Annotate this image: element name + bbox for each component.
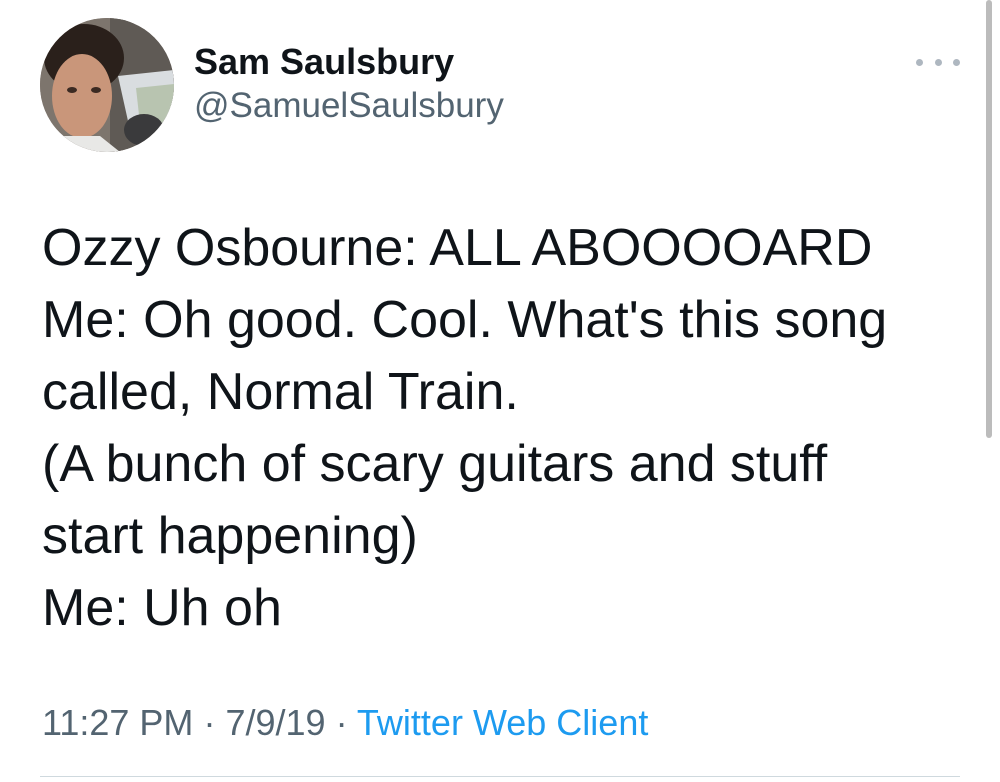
tweet-text-line: Me: Oh good. Cool. What's this song <box>42 291 888 349</box>
divider <box>40 776 960 777</box>
tweet-text-line: start happening) <box>42 507 418 565</box>
avatar[interactable] <box>40 18 174 152</box>
display-name[interactable]: Sam Saulsbury <box>194 40 504 84</box>
scrollbar[interactable] <box>986 0 992 438</box>
tweet-text: Ozzy Osbourne: ALL ABOOOOARD Me: Oh good… <box>42 212 962 644</box>
more-horizontal-icon <box>953 58 960 66</box>
tweet-text-line: Ozzy Osbourne: ALL ABOOOOARD <box>42 219 873 277</box>
tweet-date[interactable]: 7/9/19 <box>225 702 325 743</box>
tweet-text-line: called, Normal Train. <box>42 363 519 421</box>
meta-separator: · <box>335 702 348 743</box>
tweet: Sam Saulsbury @SamuelSaulsbury Ozzy Osbo… <box>0 0 1000 782</box>
profile-photo-icon <box>40 18 174 152</box>
tweet-text-line: Me: Uh oh <box>42 579 282 637</box>
author-info: Sam Saulsbury @SamuelSaulsbury <box>194 40 504 128</box>
tweet-time[interactable]: 11:27 PM <box>42 702 193 743</box>
more-horizontal-icon <box>916 58 923 66</box>
user-handle[interactable]: @SamuelSaulsbury <box>194 84 504 128</box>
meta-separator: · <box>203 702 216 743</box>
more-horizontal-icon <box>934 58 942 66</box>
tweet-meta: 11:27 PM · 7/9/19 · Twitter Web Client <box>42 700 648 746</box>
tweet-source-link[interactable]: Twitter Web Client <box>357 702 648 743</box>
tweet-text-line: (A bunch of scary guitars and stuff <box>42 435 828 493</box>
more-options-button[interactable] <box>916 50 960 74</box>
